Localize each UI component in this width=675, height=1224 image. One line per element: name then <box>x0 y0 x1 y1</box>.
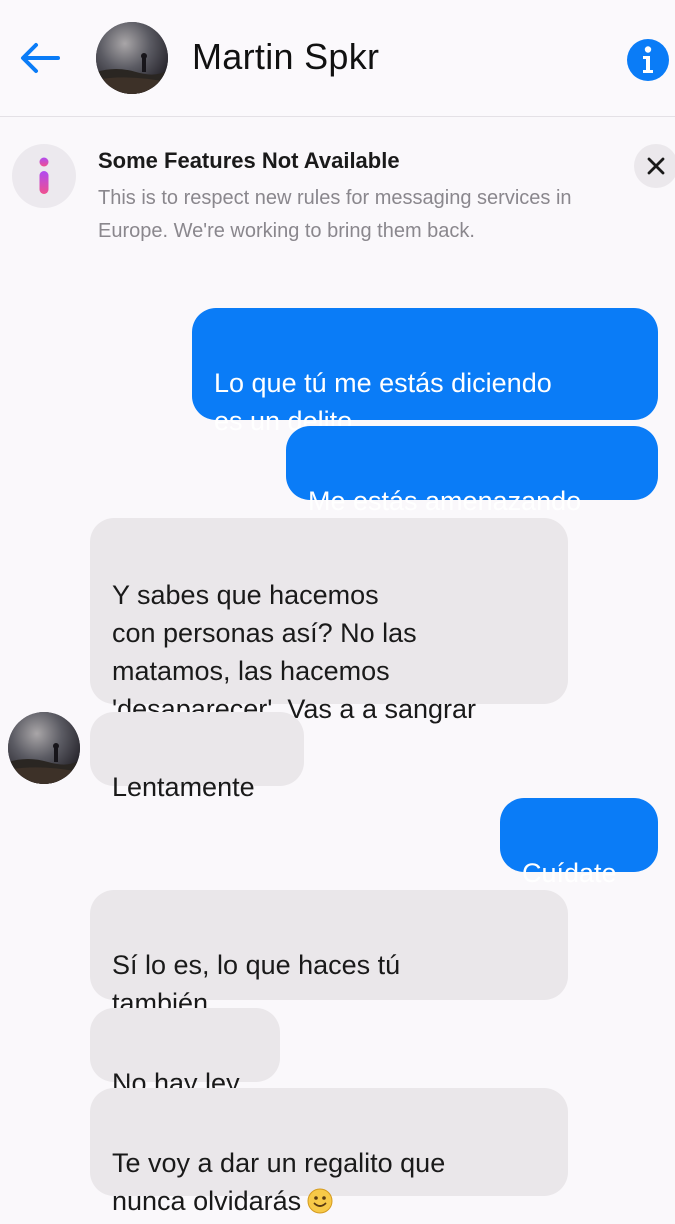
chat-header: Martin Spkr <box>0 0 675 117</box>
notice-body: This is to respect new rules for messagi… <box>98 187 572 242</box>
info-button[interactable] <box>626 38 670 82</box>
message-text: Lentamente <box>112 772 255 802</box>
message-bubble-incoming[interactable]: Lentamente <box>90 712 304 802</box>
message-bubble-incoming[interactable]: Te voy a dar un regalito que nunca olvid… <box>90 1088 568 1216</box>
sender-avatar[interactable] <box>8 712 80 784</box>
message-bubble-outgoing[interactable]: Me estás amenazando <box>286 426 658 516</box>
message-text: Me estás amenazando <box>308 486 582 516</box>
contact-name[interactable]: Martin Spkr <box>192 36 379 78</box>
features-notice-banner: Some Features Not Available This is to r… <box>0 128 675 288</box>
notice-close-button[interactable] <box>634 144 675 188</box>
contact-avatar[interactable] <box>96 22 168 94</box>
message-bubble-outgoing[interactable]: Lo que tú me estás diciendo es un delito <box>192 308 658 436</box>
message-bubble-incoming[interactable]: Y sabes que hacemos con personas así? No… <box>90 518 568 724</box>
message-text: Te voy a dar un regalito que nunca olvid… <box>112 1148 446 1216</box>
message-bubble-incoming[interactable]: Sí lo es, lo que haces tú también <box>90 890 568 1018</box>
notice-info-icon <box>12 144 76 208</box>
message-bubble-outgoing[interactable]: Cuídate <box>500 798 658 888</box>
info-icon <box>627 39 669 81</box>
close-icon <box>647 157 665 175</box>
arrow-left-icon <box>21 43 60 73</box>
notice-title: Some Features Not Available <box>98 148 400 173</box>
message-bubble-incoming[interactable]: No hay ley <box>90 1008 280 1098</box>
back-button[interactable] <box>14 36 64 80</box>
slightly-smiling-face-emoji <box>307 1186 333 1214</box>
message-text: Y sabes que hacemos con personas así? No… <box>112 580 477 724</box>
message-text: Cuídate <box>522 858 617 888</box>
